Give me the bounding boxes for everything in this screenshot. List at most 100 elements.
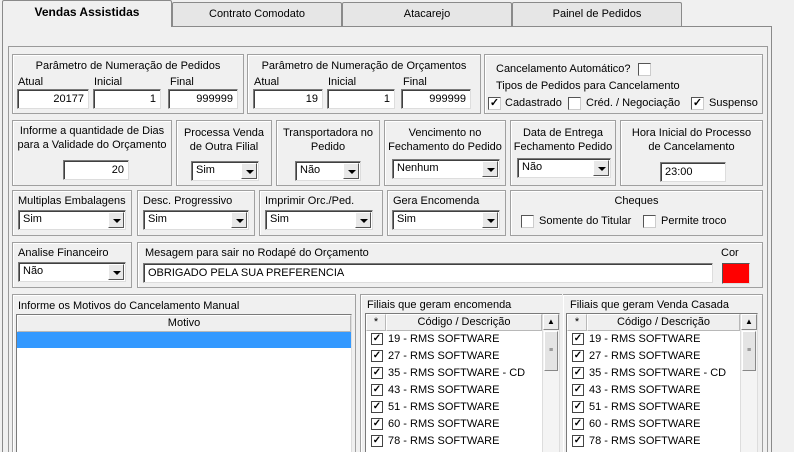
orcamentos-inicial-input[interactable]: 1 <box>327 89 395 109</box>
filiais-encomenda-list[interactable]: * Código / Descrição ✓ 19 - RMS SOFTWARE ✓… <box>365 313 560 452</box>
chevron-down-icon[interactable] <box>343 163 359 179</box>
filial-row[interactable]: ✓ 19 - RMS SOFTWARE <box>366 331 542 348</box>
filial-row-checkbox[interactable]: ✓ <box>572 367 584 379</box>
filial-row[interactable]: ✓ 19 - RMS SOFTWARE <box>567 331 740 348</box>
filial-row[interactable]: ✓ 60 - RMS SOFTWARE <box>567 416 740 433</box>
gera-encomenda-select[interactable]: Sim <box>392 210 500 230</box>
chevron-down-icon[interactable] <box>482 212 498 228</box>
filial-row[interactable]: ✓ 27 - RMS SOFTWARE <box>366 348 542 365</box>
orcamentos-final-input[interactable]: 999999 <box>401 89 471 109</box>
filiais-encomenda-column-header[interactable]: Código / Descrição <box>386 314 542 331</box>
mensagem-label: Mesagem para sair no Rodapé do Orçamento <box>145 247 369 259</box>
permite-troco-checkbox[interactable] <box>643 215 656 228</box>
tab-contrato-comodato[interactable]: Contrato Comodato <box>172 2 342 26</box>
numeracao-orcamentos-title: Parâmetro de Numeração de Orçamentos <box>261 60 467 72</box>
data-entrega-select[interactable]: Não <box>517 158 611 178</box>
filial-row[interactable]: ✓ 78 - RMS SOFTWARE <box>567 433 740 450</box>
analise-financeiro-value: Não <box>23 265 44 277</box>
filial-row-checkbox[interactable]: ✓ <box>371 435 383 447</box>
tipos-pedidos-label: Tipos de Pedidos para Cancelamento <box>496 80 680 92</box>
scroll-thumb[interactable]: ≡ <box>544 331 558 371</box>
pedidos-final-input[interactable]: 999999 <box>168 89 238 109</box>
multiplas-embalagens-select[interactable]: Sim <box>18 210 126 230</box>
hora-inicial-input[interactable]: 23:00 <box>660 162 726 182</box>
transportadora-value: Não <box>300 164 321 176</box>
somente-titular-checkbox[interactable] <box>521 215 534 228</box>
vencimento-select[interactable]: Nenhum <box>392 159 500 179</box>
scroll-up-icon[interactable]: ▲ <box>543 314 559 330</box>
motivos-list[interactable]: Motivo <box>16 314 352 452</box>
filial-row-checkbox[interactable]: ✓ <box>371 384 383 396</box>
desc-progressivo-select[interactable]: Sim <box>143 210 249 230</box>
filial-row[interactable]: ✓ 35 - RMS SOFTWARE - CD <box>366 365 542 382</box>
filiais-encomenda-scrollbar[interactable]: ▲ ≡ <box>542 314 559 452</box>
filial-row-label: 43 - RMS SOFTWARE <box>388 384 500 396</box>
filiais-venda-casada-list[interactable]: * Código / Descrição ✓ 19 - RMS SOFTWARE ✓… <box>566 313 758 452</box>
cor-label: Cor <box>721 247 739 259</box>
pedidos-inicial-input[interactable]: 1 <box>93 89 161 109</box>
chevron-down-icon[interactable] <box>241 163 257 179</box>
chevron-down-icon[interactable] <box>482 161 498 177</box>
tab-painel-de-pedidos[interactable]: Painel de Pedidos <box>512 2 682 26</box>
pedidos-atual-input[interactable]: 20177 <box>17 89 89 109</box>
filial-row-label: 60 - RMS SOFTWARE <box>388 418 500 430</box>
cheques-title: Cheques <box>614 195 659 207</box>
analise-financeiro-label: Analise Financeiro <box>18 247 109 259</box>
filial-row[interactable]: ✓ 43 - RMS SOFTWARE <box>366 382 542 399</box>
filial-row-checkbox[interactable]: ✓ <box>572 384 584 396</box>
filial-row-checkbox[interactable]: ✓ <box>371 350 383 362</box>
filial-row[interactable]: ✓ 35 - RMS SOFTWARE - CD <box>567 365 740 382</box>
analise-financeiro-select[interactable]: Não <box>18 262 126 282</box>
filial-row-checkbox[interactable]: ✓ <box>572 333 584 345</box>
chevron-down-icon[interactable] <box>231 212 247 228</box>
tab-atacarejo[interactable]: Atacarejo <box>342 2 512 26</box>
imprimir-select[interactable]: Sim <box>265 210 373 230</box>
filial-row[interactable]: ✓ 27 - RMS SOFTWARE <box>567 348 740 365</box>
motivo-column-header[interactable]: Motivo <box>17 315 351 332</box>
multiplas-embalagens-label: Multiplas Embalagens <box>18 195 126 207</box>
filial-row-label: 27 - RMS SOFTWARE <box>388 350 500 362</box>
filiais-venda-casada-column-header[interactable]: Código / Descrição <box>587 314 740 331</box>
orcamentos-atual-input[interactable]: 19 <box>253 89 323 109</box>
numeracao-pedidos-title: Parâmetro de Numeração de Pedidos <box>35 60 221 72</box>
filiais-encomenda-title: Filiais que geram encomenda <box>367 299 512 311</box>
suspenso-checkbox[interactable]: ✓ <box>691 97 704 110</box>
filial-row-checkbox[interactable]: ✓ <box>572 418 584 430</box>
filial-row-checkbox[interactable]: ✓ <box>371 367 383 379</box>
chevron-down-icon[interactable] <box>108 212 124 228</box>
vencimento-value: Nenhum <box>397 162 439 174</box>
cor-swatch[interactable] <box>722 263 750 284</box>
filial-row-checkbox[interactable]: ✓ <box>572 350 584 362</box>
filial-row[interactable]: ✓ 51 - RMS SOFTWARE <box>567 399 740 416</box>
validade-dias-input[interactable]: 20 <box>63 160 129 180</box>
filiais-venda-casada-scrollbar[interactable]: ▲ ≡ <box>740 314 757 452</box>
imprimir-label: Imprimir Orc./Ped. <box>265 195 355 207</box>
cancelamento-automatico-checkbox[interactable] <box>638 63 651 76</box>
scroll-up-icon[interactable]: ▲ <box>741 314 757 330</box>
filial-row[interactable]: ✓ 78 - RMS SOFTWARE <box>366 433 542 450</box>
filial-row-checkbox[interactable]: ✓ <box>572 401 584 413</box>
cadastrado-checkbox[interactable]: ✓ <box>488 97 501 110</box>
filial-row-checkbox[interactable]: ✓ <box>371 401 383 413</box>
filial-row[interactable]: ✓ 60 - RMS SOFTWARE <box>366 416 542 433</box>
filial-row-checkbox[interactable]: ✓ <box>371 418 383 430</box>
orcamentos-inicial-label: Inicial <box>328 76 357 88</box>
tab-vendas-assistidas[interactable]: Vendas Assistidas <box>2 0 172 27</box>
processa-venda-select[interactable]: Sim <box>191 161 259 181</box>
chevron-down-icon[interactable] <box>108 264 124 280</box>
scroll-thumb[interactable]: ≡ <box>742 331 756 371</box>
mensagem-input[interactable]: OBRIGADO PELA SUA PREFERENCIA <box>143 263 713 283</box>
motivo-selected-row[interactable] <box>17 332 351 348</box>
data-entrega-label-line2: Fechamento Pedido <box>513 141 613 153</box>
filiais-encomenda-star-header: * <box>366 314 386 331</box>
suspenso-label: Suspenso <box>709 97 758 109</box>
filial-row-checkbox[interactable]: ✓ <box>572 435 584 447</box>
chevron-down-icon[interactable] <box>355 212 371 228</box>
desc-progressivo-value: Sim <box>148 213 167 225</box>
transportadora-select[interactable]: Não <box>295 161 361 181</box>
filial-row[interactable]: ✓ 43 - RMS SOFTWARE <box>567 382 740 399</box>
filial-row-checkbox[interactable]: ✓ <box>371 333 383 345</box>
filial-row[interactable]: ✓ 51 - RMS SOFTWARE <box>366 399 542 416</box>
chevron-down-icon[interactable] <box>593 160 609 176</box>
cred-negociacao-checkbox[interactable] <box>568 97 581 110</box>
